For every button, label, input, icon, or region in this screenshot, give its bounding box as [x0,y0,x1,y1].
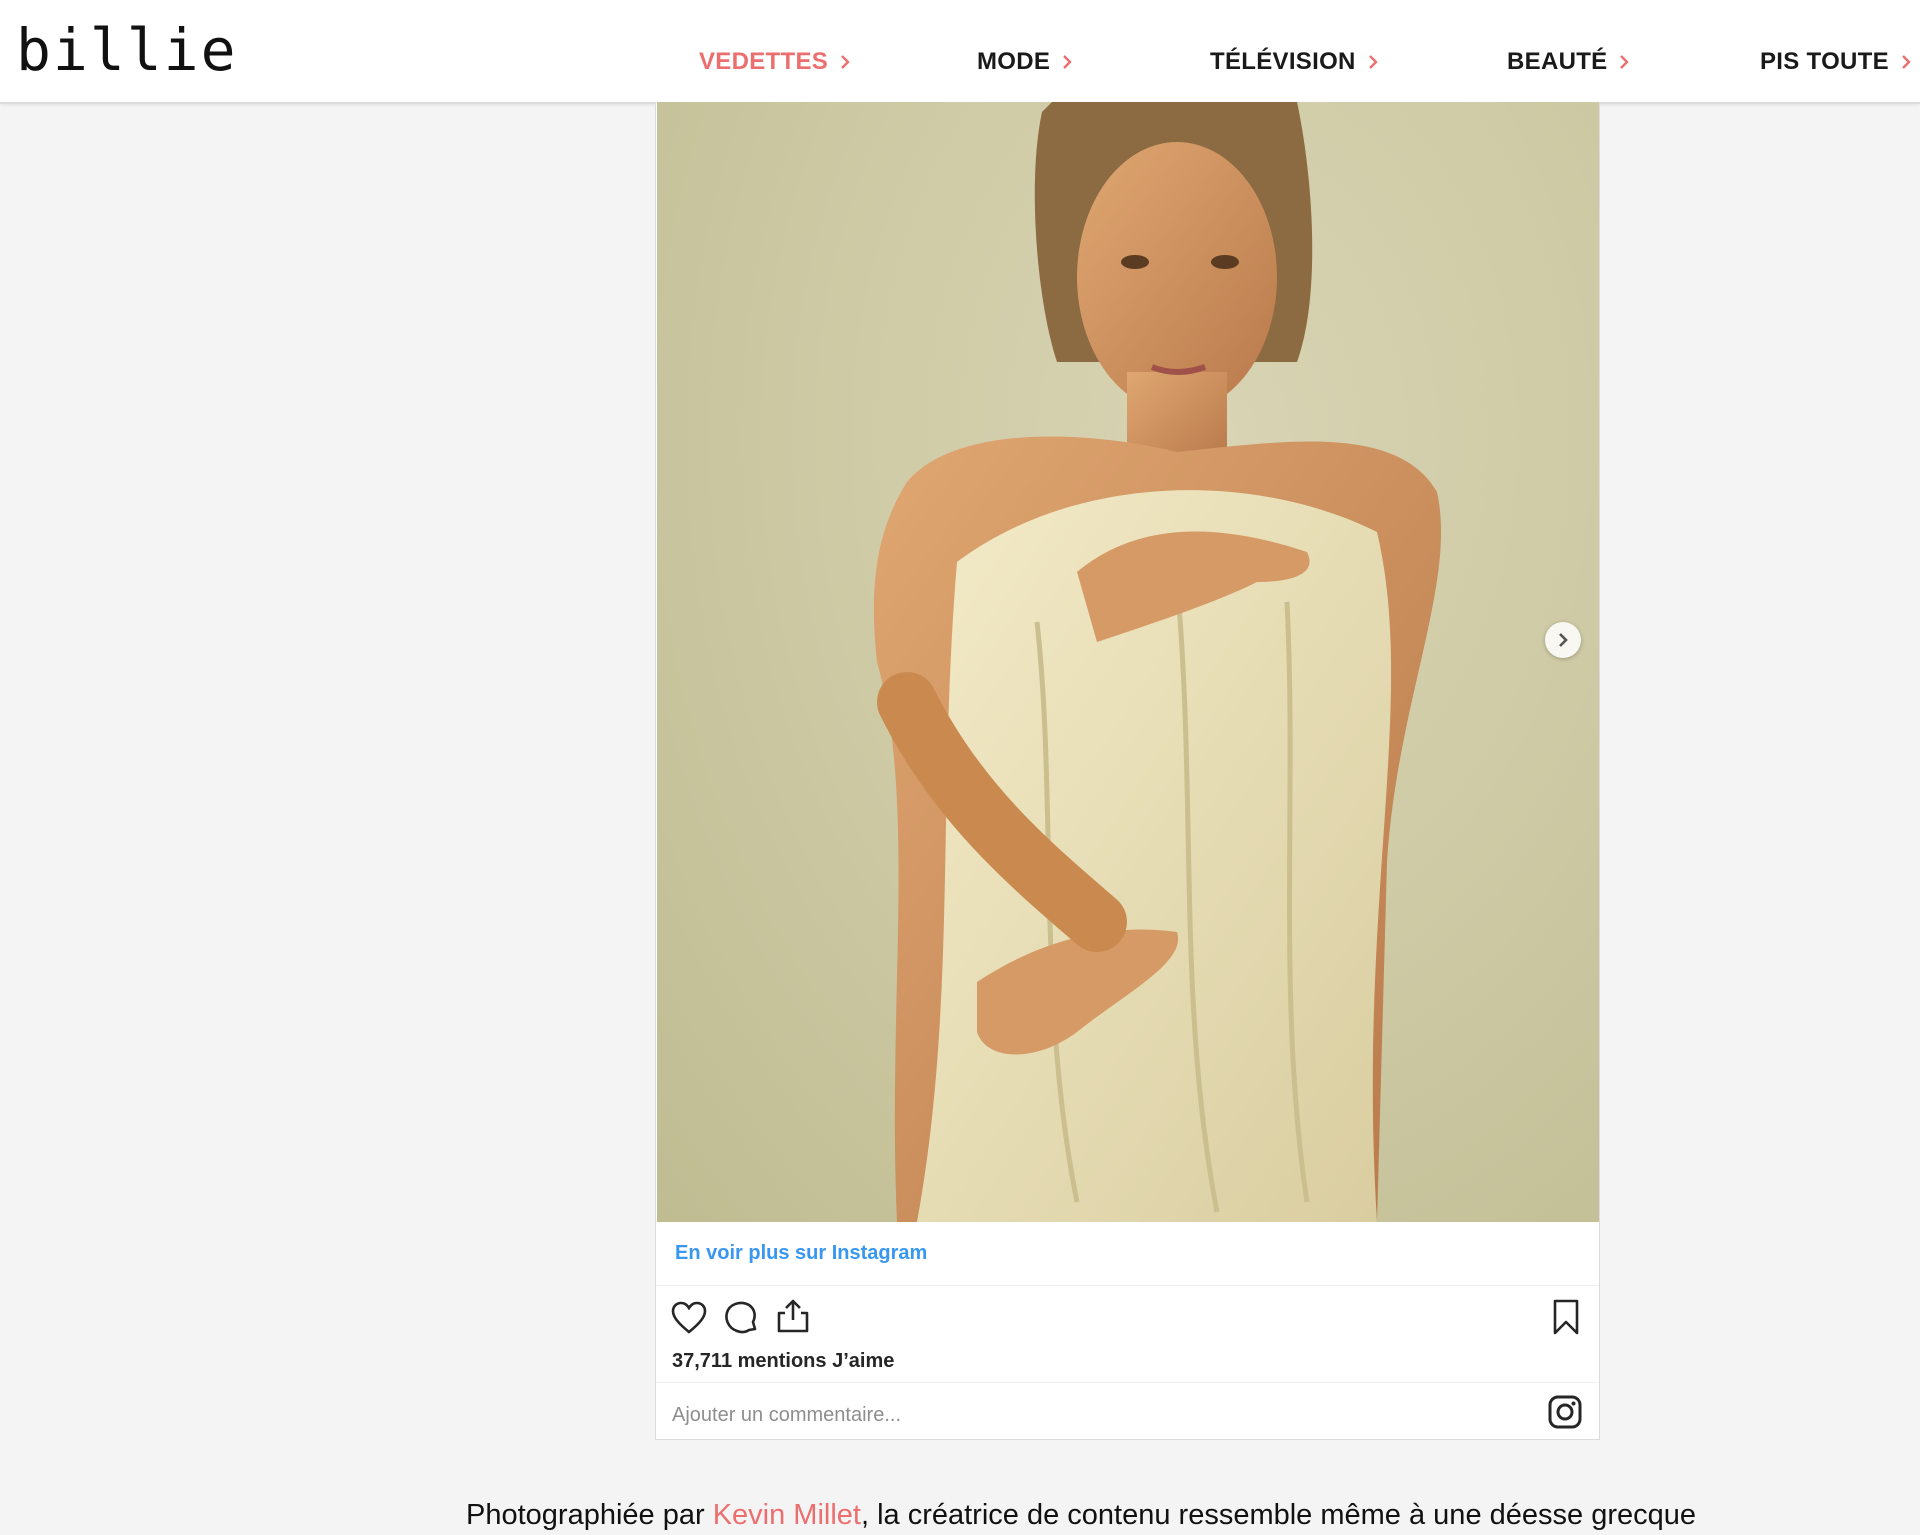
caption-text: Photographiée par [466,1499,713,1531]
nav-item-label: MODE [977,48,1051,75]
site-header: billie VEDETTES MODE TÉLÉVISION BEAUTÉ P… [0,0,1920,104]
carousel-next-button[interactable] [1545,622,1581,658]
nav-item-television[interactable]: TÉLÉVISION [1210,46,1380,78]
site-logo[interactable]: billie [16,14,238,86]
nav-item-pis-toute[interactable]: PIS TOUTE [1760,46,1913,78]
comment-icon[interactable] [722,1299,760,1337]
comment-input[interactable] [672,1400,1532,1430]
caption-text: , la créatrice de contenu ressemble même… [860,1499,1696,1531]
chevron-right-icon [841,55,850,69]
photographer-link[interactable]: Kevin Millet [713,1499,861,1531]
chevron-right-icon [1902,55,1911,69]
share-icon[interactable] [774,1297,812,1335]
chevron-right-icon [1620,55,1630,69]
nav-item-beaute[interactable]: BEAUTÉ [1507,46,1631,78]
instagram-post-photo[interactable] [657,102,1599,1222]
nav-item-label: PIS TOUTE [1760,48,1889,75]
nav-item-label: BEAUTÉ [1507,48,1608,75]
instagram-icon[interactable] [1547,1394,1583,1430]
divider [656,1382,1599,1383]
chevron-right-icon [1063,55,1072,69]
chevron-right-icon [1559,633,1568,647]
nav-item-label: TÉLÉVISION [1210,48,1356,75]
nav-item-vedettes[interactable]: VEDETTES [699,46,852,78]
nav-item-mode[interactable]: MODE [977,46,1074,78]
divider [656,1285,1599,1286]
instagram-embed: En voir plus sur Instagram 37,711 mentio… [655,102,1600,1440]
chevron-right-icon [1368,55,1378,69]
heart-icon[interactable] [670,1299,708,1337]
portrait-photo [873,102,1442,1222]
view-more-on-instagram-link[interactable]: En voir plus sur Instagram [675,1242,927,1265]
article-caption: Photographiée par Kevin Millet, la créat… [466,1495,1766,1535]
bookmark-icon[interactable] [1547,1298,1585,1336]
nav-item-label: VEDETTES [699,48,829,75]
likes-count: 37,711 mentions J’aime [672,1350,895,1372]
